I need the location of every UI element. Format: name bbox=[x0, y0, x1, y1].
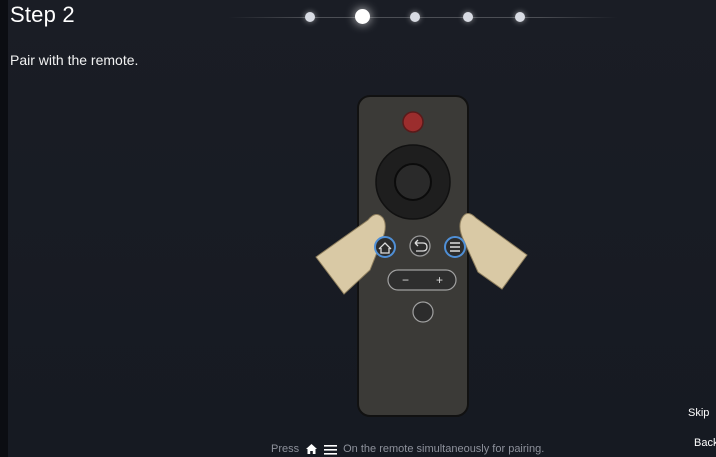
volume-plus-label: + bbox=[436, 273, 443, 287]
menu-icon bbox=[324, 444, 338, 455]
remote-menu-button-icon bbox=[444, 236, 466, 258]
power-button-icon bbox=[402, 111, 424, 133]
pairing-screen: Step 2 Pair with the remote. − + Press O… bbox=[8, 0, 716, 457]
dpad-center-button bbox=[394, 163, 432, 201]
home-icon bbox=[305, 443, 318, 455]
volume-rocker bbox=[387, 269, 457, 291]
pairing-hint: Press On the remote simultaneously for p… bbox=[271, 443, 544, 455]
progress-dot-step-1 bbox=[305, 12, 315, 22]
progress-dot-step-5 bbox=[515, 12, 525, 22]
page-title: Step 2 bbox=[10, 2, 75, 27]
instruction-text: Pair with the remote. bbox=[10, 52, 139, 68]
hint-text: On the remote simultaneously for pairing… bbox=[343, 443, 545, 455]
step-progress-indicator bbox=[228, 0, 618, 36]
volume-minus-label: − bbox=[402, 273, 409, 287]
right-hand-icon bbox=[459, 213, 528, 290]
progress-dot-step-4 bbox=[463, 12, 473, 22]
remote-assistant-button-icon bbox=[412, 301, 434, 323]
progress-track bbox=[228, 17, 618, 18]
remote-back-button-icon bbox=[409, 235, 431, 257]
skip-button[interactable]: Skip bbox=[688, 407, 709, 419]
progress-dot-step-2 bbox=[355, 9, 370, 24]
remote-pairing-illustration: − + bbox=[315, 95, 528, 417]
hint-press-label: Press bbox=[271, 443, 300, 455]
back-button[interactable]: Back bbox=[694, 437, 716, 449]
remote-home-button-icon bbox=[374, 236, 396, 258]
progress-dot-step-3 bbox=[410, 12, 420, 22]
